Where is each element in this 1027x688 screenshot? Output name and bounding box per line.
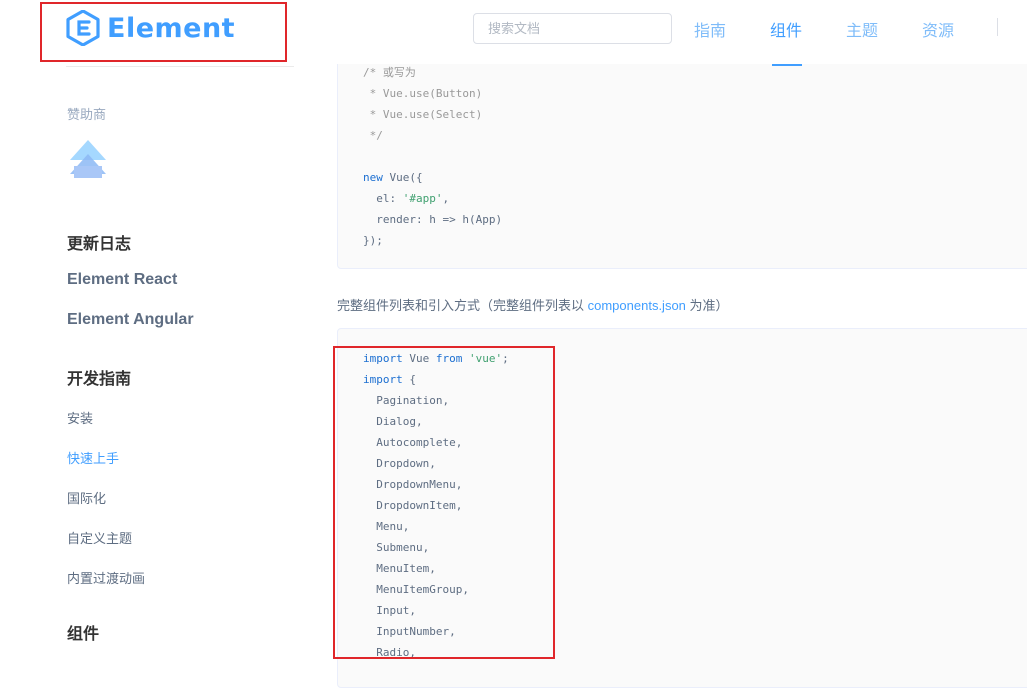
components-list-description: 完整组件列表和引入方式（完整组件列表以 components.json 为准） [337, 298, 729, 313]
code-line: }); [363, 234, 383, 247]
header: Element 指南 组件 主题 资源 [0, 0, 1027, 66]
code-line: new Vue({ [363, 171, 423, 184]
code-line: render: h => h(App) [363, 213, 503, 226]
code-line: * Vue.use(Button) [363, 87, 483, 100]
nav-guide[interactable]: 指南 [694, 17, 726, 41]
sidebar-item-custom-theme[interactable]: 自定义主题 [67, 528, 132, 547]
nav-component[interactable]: 组件 [770, 17, 802, 41]
sidebar-dev-guide: 开发指南 [67, 371, 132, 388]
sidebar-element-angular[interactable]: Element Angular [67, 311, 194, 329]
code-line: /* 或写为 [363, 66, 416, 79]
sidebar-changelog[interactable]: 更新日志 [67, 230, 131, 254]
code-line: * Vue.use(Select) [363, 108, 483, 121]
sidebar-divider [66, 66, 294, 67]
nav-resource[interactable]: 资源 [922, 17, 954, 41]
sidebar-item-i18n[interactable]: 国际化 [67, 488, 106, 507]
sidebar-components: 组件 [67, 626, 100, 643]
sidebar-item-quickstart[interactable]: 快速上手 [67, 448, 119, 467]
sidebar: 赞助商 更新日志 Element React Element Angular 开… [0, 64, 310, 666]
logo-highlight-box [40, 2, 287, 62]
code-line: */ [363, 129, 383, 142]
sidebar-item-install[interactable]: 安装 [67, 408, 93, 427]
sidebar-element-react[interactable]: Element React [67, 271, 177, 289]
search-input[interactable] [473, 13, 672, 44]
sponsor-label: 赞助商 [67, 107, 107, 122]
active-nav-indicator [772, 64, 802, 66]
sponsor-logo-icon[interactable] [70, 140, 106, 180]
components-json-link[interactable]: components.json [588, 298, 686, 313]
nav-theme[interactable]: 主题 [846, 17, 878, 41]
code-block-setup: /* 或写为 * Vue.use(Button) * Vue.use(Selec… [337, 50, 1027, 269]
nav-separator [997, 18, 998, 36]
code-line: el: '#app', [363, 192, 450, 205]
imports-highlight-box [333, 346, 555, 659]
sidebar-item-transition[interactable]: 内置过渡动画 [67, 568, 145, 587]
